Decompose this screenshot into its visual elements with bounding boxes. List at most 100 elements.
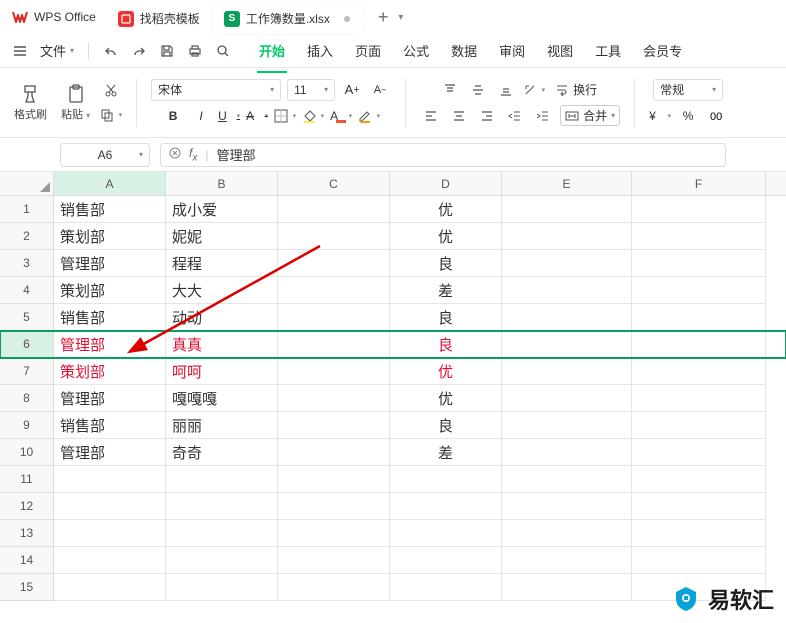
cell[interactable]: [502, 196, 632, 223]
cell[interactable]: 良: [390, 412, 502, 439]
cell[interactable]: 程程: [166, 250, 278, 277]
undo-icon[interactable]: [99, 39, 123, 63]
cell[interactable]: 管理部: [54, 385, 166, 412]
name-box[interactable]: A6▾: [60, 143, 150, 167]
cell[interactable]: 良: [390, 250, 502, 277]
format-brush-button[interactable]: 格式刷: [10, 84, 51, 122]
row-header[interactable]: 11: [0, 466, 54, 493]
cell[interactable]: [278, 493, 390, 520]
currency-icon[interactable]: ¥▾: [649, 105, 671, 127]
new-tab-button[interactable]: +: [370, 7, 397, 28]
save-icon[interactable]: [155, 39, 179, 63]
cell[interactable]: 良: [390, 304, 502, 331]
number-format-select[interactable]: 常规▾: [653, 79, 723, 101]
cell[interactable]: [502, 412, 632, 439]
cancel-formula-icon[interactable]: [169, 147, 181, 162]
cell[interactable]: [54, 466, 166, 493]
cell[interactable]: [502, 358, 632, 385]
align-middle-icon[interactable]: [467, 79, 489, 101]
cell[interactable]: [632, 439, 766, 466]
cell[interactable]: [632, 385, 766, 412]
cell[interactable]: [632, 250, 766, 277]
cell[interactable]: [278, 520, 390, 547]
tab-workbook[interactable]: S 工作簿数量.xlsx: [212, 4, 362, 34]
cell[interactable]: [502, 223, 632, 250]
row-header[interactable]: 3: [0, 250, 54, 277]
highlight-icon[interactable]: ▾: [358, 105, 380, 127]
cell[interactable]: [278, 547, 390, 574]
cell[interactable]: [278, 277, 390, 304]
cell[interactable]: [502, 466, 632, 493]
cell[interactable]: [278, 223, 390, 250]
align-top-icon[interactable]: [439, 79, 461, 101]
align-bottom-icon[interactable]: [495, 79, 517, 101]
comma-style-icon[interactable]: 000: [705, 105, 727, 127]
cell[interactable]: 策划部: [54, 223, 166, 250]
merge-cells-button[interactable]: 合并▾: [560, 105, 620, 126]
cell[interactable]: [278, 196, 390, 223]
select-all-corner[interactable]: [0, 172, 54, 195]
cell[interactable]: [632, 520, 766, 547]
row-header[interactable]: 6: [0, 331, 54, 358]
wrap-text-button[interactable]: 换行: [551, 79, 601, 100]
row-header[interactable]: 5: [0, 304, 54, 331]
cell[interactable]: [166, 547, 278, 574]
tabs-dropdown-icon[interactable]: ▾: [398, 12, 403, 23]
col-header-e[interactable]: E: [502, 172, 632, 195]
row-header[interactable]: 2: [0, 223, 54, 250]
cell[interactable]: [278, 331, 390, 358]
cell[interactable]: [632, 304, 766, 331]
formula-input[interactable]: fx | 管理部: [160, 143, 726, 167]
cell[interactable]: [502, 574, 632, 601]
cell[interactable]: 嘎嘎嘎: [166, 385, 278, 412]
cell[interactable]: [632, 196, 766, 223]
cell[interactable]: [278, 304, 390, 331]
cell[interactable]: [502, 547, 632, 574]
ribbon-tab-data[interactable]: 数据: [449, 35, 479, 66]
cell[interactable]: 良: [390, 331, 502, 358]
cell[interactable]: [502, 277, 632, 304]
cell[interactable]: [632, 331, 766, 358]
increase-font-icon[interactable]: A+: [341, 79, 363, 101]
ribbon-tab-review[interactable]: 审阅: [497, 35, 527, 66]
cell[interactable]: [502, 331, 632, 358]
ribbon-tab-page[interactable]: 页面: [353, 35, 383, 66]
row-header[interactable]: 1: [0, 196, 54, 223]
print-preview-icon[interactable]: [211, 39, 235, 63]
cell[interactable]: [390, 574, 502, 601]
paste-button[interactable]: 粘贴 ▾: [57, 84, 94, 122]
col-header-d[interactable]: D: [390, 172, 502, 195]
cell[interactable]: 优: [390, 385, 502, 412]
indent-increase-icon[interactable]: [532, 105, 554, 127]
hamburger-icon[interactable]: [8, 39, 32, 63]
cell[interactable]: 销售部: [54, 412, 166, 439]
cell[interactable]: 大大: [166, 277, 278, 304]
cell[interactable]: 妮妮: [166, 223, 278, 250]
strike-icon[interactable]: A▾: [246, 105, 268, 127]
fill-color-icon[interactable]: ▾: [302, 105, 324, 127]
bold-icon[interactable]: B: [162, 105, 184, 127]
orientation-icon[interactable]: ▾: [523, 79, 545, 101]
cell[interactable]: [632, 493, 766, 520]
cell[interactable]: 策划部: [54, 277, 166, 304]
font-select[interactable]: 宋体▾: [151, 79, 281, 101]
cell[interactable]: 管理部: [54, 331, 166, 358]
cell[interactable]: [502, 439, 632, 466]
row-header[interactable]: 4: [0, 277, 54, 304]
cell[interactable]: 真真: [166, 331, 278, 358]
cell[interactable]: 呵呵: [166, 358, 278, 385]
cell[interactable]: [632, 412, 766, 439]
ribbon-tab-member[interactable]: 会员专: [641, 35, 684, 66]
row-header[interactable]: 15: [0, 574, 54, 601]
fx-icon[interactable]: fx: [189, 146, 197, 163]
cell[interactable]: [632, 277, 766, 304]
cell[interactable]: 动动: [166, 304, 278, 331]
row-header[interactable]: 12: [0, 493, 54, 520]
indent-decrease-icon[interactable]: [504, 105, 526, 127]
cell[interactable]: [278, 574, 390, 601]
cell[interactable]: [502, 493, 632, 520]
cell[interactable]: 销售部: [54, 304, 166, 331]
col-header-f[interactable]: F: [632, 172, 766, 195]
cell[interactable]: [166, 466, 278, 493]
cell[interactable]: [278, 466, 390, 493]
